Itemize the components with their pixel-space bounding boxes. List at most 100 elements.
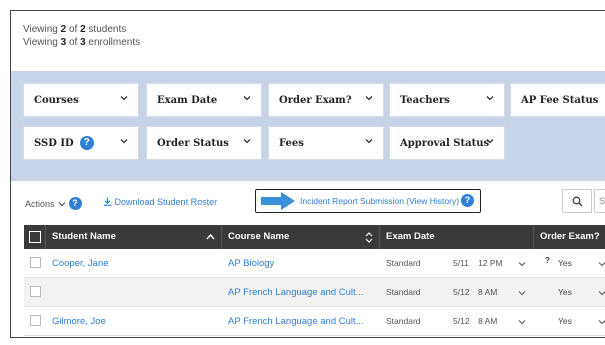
teachers-filter[interactable]: Teachers [389, 83, 505, 117]
exam-date-value: 5/11 [453, 258, 469, 268]
enrollments-summary: Viewing 3 of 3 enrollments [23, 36, 140, 49]
exam-date-header-label: Exam Date [386, 231, 435, 242]
course-name-link[interactable]: AP French Language and Cult... [222, 307, 380, 336]
students-of: of [66, 24, 81, 35]
table-body: Cooper, Jane AP Biology Standard 5/11 12 PM Y… [24, 249, 605, 336]
download-roster-link[interactable]: Download Student Roster [103, 197, 217, 207]
chevron-down-icon [120, 96, 128, 101]
chevron-down-icon [243, 96, 251, 101]
order-exam-filter[interactable]: Order Exam? [268, 83, 384, 117]
chevron-down-icon [486, 96, 494, 101]
order-exam-header-label: Order Exam? [540, 231, 600, 242]
order-exam-header[interactable]: Order Exam? ? [534, 225, 605, 266]
table-header: Student Name Course Name Exam Date Order… [24, 225, 605, 266]
sort-ascending-icon [206, 233, 215, 240]
student-name-header[interactable]: Student Name [46, 225, 222, 249]
enrollment-panel: Viewing 2 of 2 students Viewing 3 of 3 e… [10, 10, 605, 338]
row-select-cell [24, 249, 46, 278]
table-row[interactable]: AP French Language and Cult... Standard 5/… [24, 278, 605, 307]
chevron-down-icon[interactable] [518, 260, 526, 268]
students-suffix: students [85, 24, 127, 35]
chevron-down-icon [58, 201, 65, 206]
question-icon[interactable]: ? [79, 136, 94, 150]
row-checkbox[interactable] [30, 257, 41, 268]
chevron-down-icon [486, 139, 494, 144]
approval-status-filter-label: Approval Status [400, 137, 490, 149]
chevron-down-icon[interactable] [598, 318, 605, 326]
row-checkbox[interactable] [30, 315, 41, 326]
incident-report-box: Incident Report Submission (View History… [255, 189, 481, 213]
exam-date-value: 5/12 [453, 287, 470, 297]
exam-time-value: 8 AM [478, 316, 498, 326]
sort-icon [365, 232, 373, 243]
download-roster-label: Download Student Roster [114, 197, 218, 207]
table-row[interactable]: Cooper, Jane AP Biology Standard 5/11 12 PM Y… [24, 249, 605, 278]
ap-fee-status-filter[interactable]: AP Fee Status [510, 83, 605, 117]
question-icon[interactable]: ? [461, 194, 474, 207]
exam-type: Standard [386, 287, 421, 297]
arrow-right-icon [261, 192, 295, 210]
order-status-filter-label: Order Status [157, 137, 229, 149]
students-summary: Viewing 2 of 2 students [23, 23, 140, 36]
row-select-cell [24, 307, 46, 336]
table-toolbar: Actions ? Download Student Roster Incide… [11, 189, 605, 219]
search-input[interactable]: S [594, 189, 605, 213]
exam-time-value: 8 AM [478, 287, 498, 297]
exam-date-value: 5/12 [453, 316, 470, 326]
course-name-header-label: Course Name [228, 231, 290, 242]
search-placeholder: S [599, 196, 605, 206]
exam-type: Standard [386, 258, 421, 268]
course-name-header[interactable]: Course Name [222, 225, 380, 249]
enroll-of: of [66, 37, 81, 48]
chevron-down-icon[interactable] [598, 289, 605, 297]
ssd-id-filter-label: SSD ID [34, 137, 74, 149]
incident-report-link[interactable]: Incident Report Submission (View History… [300, 196, 459, 206]
courses-filter-label: Courses [34, 94, 79, 106]
chevron-down-icon[interactable] [598, 260, 605, 268]
incident-report-label: Incident Report Submission (View History… [300, 196, 460, 206]
chevron-down-icon [365, 96, 373, 101]
student-name-link[interactable]: Cooper, Jane [46, 249, 222, 278]
order-exam-filter-label: Order Exam? [279, 94, 352, 106]
chevron-down-icon [365, 139, 373, 144]
order-exam-value: Yes [558, 287, 572, 297]
chevron-down-icon[interactable] [518, 289, 526, 297]
row-select-cell [24, 278, 46, 307]
actions-label: Actions [25, 198, 55, 209]
ssd-id-filter[interactable]: SSD ID ? [23, 126, 139, 160]
filter-bar: Courses Exam Date Order Exam? Teachers A… [11, 71, 605, 181]
approval-status-filter[interactable]: Approval Status [389, 126, 505, 160]
enroll-prefix: Viewing [23, 37, 61, 48]
enroll-suffix: enrollments [85, 37, 141, 48]
exam-date-filter[interactable]: Exam Date [146, 83, 262, 117]
download-icon [103, 197, 112, 206]
student-name-link[interactable] [46, 278, 222, 307]
students-prefix: Viewing [23, 24, 61, 35]
table-row[interactable]: Gilmore, Joe AP French Language and Cult.… [24, 307, 605, 336]
ap-fee-status-filter-label: AP Fee Status [521, 94, 599, 106]
chevron-down-icon [243, 139, 251, 144]
chevron-down-icon[interactable] [518, 318, 526, 326]
course-name-link[interactable]: AP Biology [222, 249, 380, 278]
select-all-cell [24, 225, 46, 249]
fees-filter[interactable]: Fees [268, 126, 384, 160]
fees-filter-label: Fees [279, 137, 304, 149]
select-all-checkbox[interactable] [29, 231, 41, 243]
course-name-link[interactable]: AP French Language and Cult... [222, 278, 380, 307]
order-exam-value: Yes [558, 316, 572, 326]
exam-date-filter-label: Exam Date [157, 94, 218, 106]
exam-type: Standard [386, 316, 421, 326]
search-button[interactable] [562, 189, 592, 213]
row-checkbox[interactable] [30, 286, 41, 297]
actions-menu[interactable]: Actions ? [25, 197, 82, 210]
student-name-link[interactable]: Gilmore, Joe [46, 307, 222, 336]
teachers-filter-label: Teachers [400, 94, 450, 106]
exam-date-header[interactable]: Exam Date [380, 225, 534, 249]
search-icon [572, 196, 582, 206]
student-name-header-label: Student Name [52, 231, 116, 242]
courses-filter[interactable]: Courses [23, 83, 139, 117]
order-status-filter[interactable]: Order Status [146, 126, 262, 160]
order-exam-value: Yes [558, 258, 572, 268]
question-icon[interactable]: ? [68, 197, 82, 210]
viewing-summary: Viewing 2 of 2 students Viewing 3 of 3 e… [23, 23, 140, 49]
